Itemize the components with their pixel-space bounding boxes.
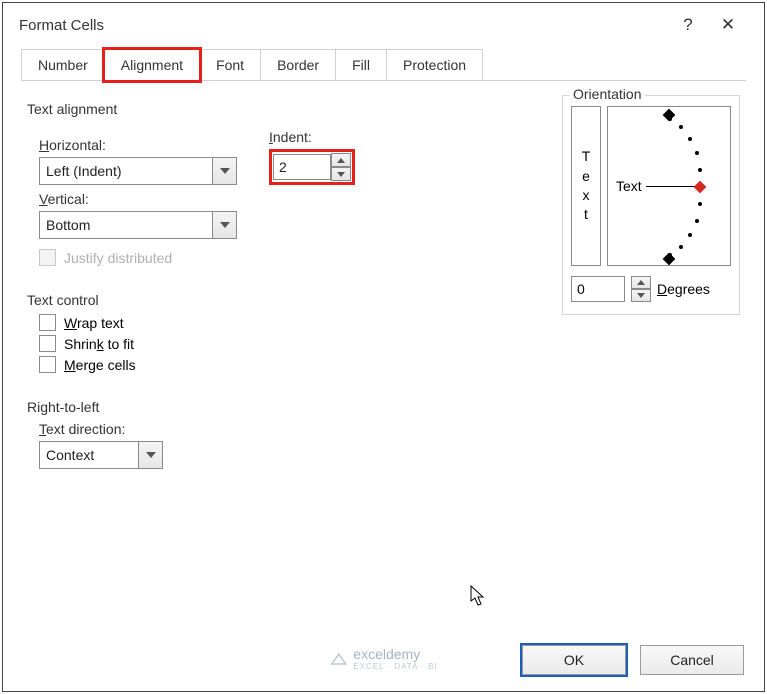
triangle-up-icon: [337, 158, 345, 163]
text-direction-value[interactable]: Context: [39, 441, 139, 469]
triangle-down-icon: [637, 293, 645, 298]
rtl-label: Right-to-left: [27, 399, 528, 415]
triangle-up-icon: [637, 280, 645, 285]
tab-alignment[interactable]: Alignment: [104, 49, 200, 81]
text-control-group: Text control Wrap text Shrink to fit Mer…: [27, 286, 540, 393]
merge-label: Merge cells: [64, 357, 136, 373]
watermark-icon: [329, 650, 347, 668]
titlebar: Format Cells ? ✕: [3, 3, 764, 49]
tab-line: [482, 49, 746, 81]
rtl-group: Right-to-left Text direction: Context: [27, 393, 540, 485]
indent-down-button[interactable]: [331, 167, 351, 181]
degrees-value[interactable]: 0: [571, 276, 625, 302]
text-alignment-label: Text alignment: [27, 101, 528, 117]
shrink-label: Shrink to fit: [64, 336, 134, 352]
indent-up-button[interactable]: [331, 153, 351, 167]
justify-checkbox-box: [39, 249, 56, 266]
tab-border[interactable]: Border: [260, 49, 336, 81]
text-direction-dropdown-button[interactable]: [139, 441, 163, 469]
cancel-button[interactable]: Cancel: [640, 645, 744, 675]
help-button[interactable]: ?: [668, 15, 708, 35]
watermark: exceldemy EXCEL · DATA · BI: [329, 646, 437, 671]
horizontal-dropdown-button[interactable]: [213, 157, 237, 185]
horizontal-label: Horizontal:: [39, 137, 237, 153]
chevron-down-icon: [220, 168, 230, 174]
close-button[interactable]: ✕: [708, 15, 748, 35]
merge-checkbox-box[interactable]: [39, 356, 56, 373]
degrees-label: Degrees: [657, 281, 710, 297]
horizontal-value[interactable]: Left (Indent): [39, 157, 213, 185]
chevron-down-icon: [146, 452, 156, 458]
orientation-label: Orientation: [569, 86, 645, 102]
text-direction-select[interactable]: Context: [39, 441, 540, 469]
text-direction-label: Text direction:: [39, 421, 540, 437]
ok-button[interactable]: OK: [522, 645, 626, 675]
indent-value[interactable]: 2: [273, 154, 331, 180]
triangle-down-icon: [337, 172, 345, 177]
orientation-text-label: Text: [616, 178, 642, 194]
dialog-title: Format Cells: [19, 17, 668, 34]
tab-strip: Number Alignment Font Border Fill Protec…: [3, 49, 764, 81]
merge-checkbox[interactable]: Merge cells: [39, 356, 540, 373]
shrink-checkbox-box[interactable]: [39, 335, 56, 352]
orientation-dial[interactable]: Text: [607, 106, 731, 266]
indent-spinner[interactable]: 2: [269, 149, 355, 185]
vertical-dropdown-button[interactable]: [213, 211, 237, 239]
wrap-checkbox[interactable]: Wrap text: [39, 314, 540, 331]
chevron-down-icon: [220, 222, 230, 228]
shrink-checkbox[interactable]: Shrink to fit: [39, 335, 540, 352]
text-alignment-group: Text alignment Horizontal: Left (Indent)…: [27, 95, 540, 286]
tab-font[interactable]: Font: [199, 49, 261, 81]
tab-fill[interactable]: Fill: [335, 49, 387, 81]
horizontal-select[interactable]: Left (Indent): [39, 157, 237, 185]
orientation-group: Orientation T e x t Text: [562, 95, 740, 315]
orientation-vertical-preview[interactable]: T e x t: [571, 106, 601, 266]
wrap-label: Wrap text: [64, 315, 124, 331]
degrees-down-button[interactable]: [631, 289, 651, 302]
indent-label: Indent:: [269, 129, 355, 145]
tab-protection[interactable]: Protection: [386, 49, 483, 81]
dial-handle[interactable]: [694, 181, 707, 194]
justify-checkbox: Justify distributed: [39, 249, 540, 266]
tab-number[interactable]: Number: [21, 49, 105, 81]
degrees-up-button[interactable]: [631, 276, 651, 289]
vertical-select[interactable]: Bottom: [39, 211, 540, 239]
format-cells-dialog: Format Cells ? ✕ Number Alignment Font B…: [2, 2, 765, 692]
orientation-indicator: [646, 186, 696, 187]
text-control-label: Text control: [27, 292, 528, 308]
vertical-value[interactable]: Bottom: [39, 211, 213, 239]
vertical-label: Vertical:: [39, 191, 540, 207]
justify-label: Justify distributed: [64, 250, 172, 266]
wrap-checkbox-box[interactable]: [39, 314, 56, 331]
